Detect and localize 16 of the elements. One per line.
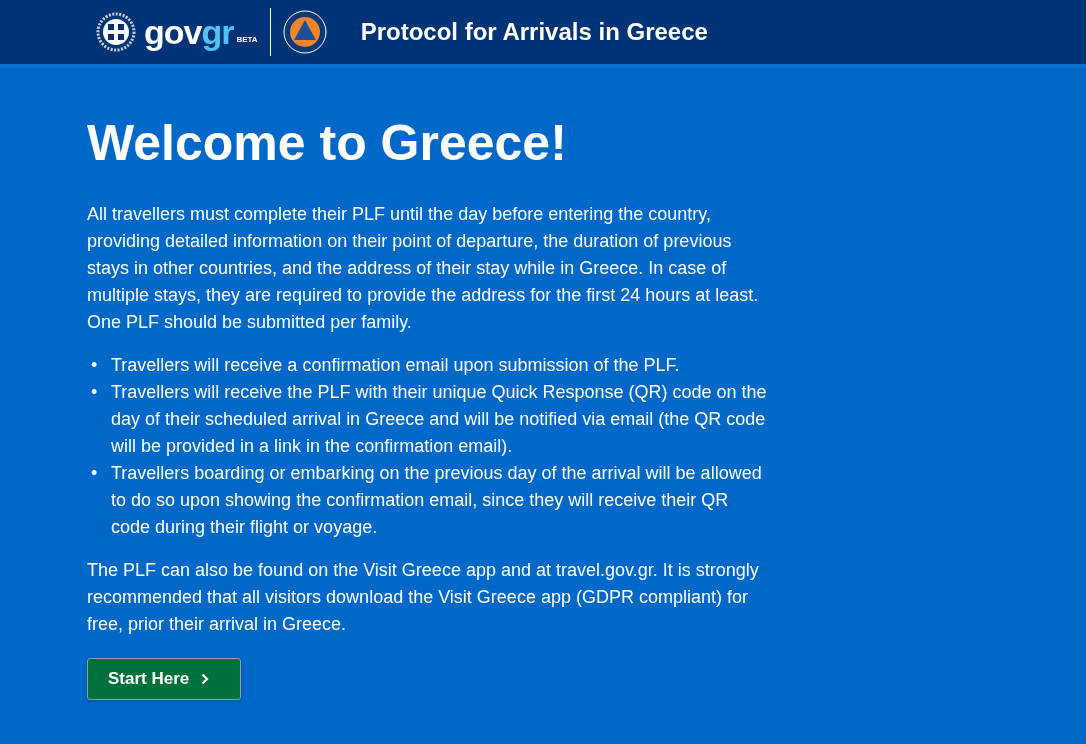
app-paragraph: The PLF can also be found on the Visit Greece app and at travel.gov.gr. It is strongly recommended that all visitors download the Visit Greece app (GDPR compliant) for free, prior their arrival in Greece. — [87, 559, 760, 636]
emblem-icon — [96, 12, 136, 52]
govgr-logo: govgr — [144, 15, 234, 49]
start-button[interactable]: Start Here — [87, 658, 241, 700]
bullet-text: Travellers will receive the PLF with their unique Quick Response (QR) code on the day of their scheduled arrival in Greece and will be notified via email (the QR code will be provided in a link in the confirmation email). — [111, 381, 768, 458]
bullet-marker: • — [90, 462, 99, 485]
intro-paragraph: All travellers must complete their PLF until the day before entering the country, providing detailed information on their point of departure, the duration of previous stays in other countries, and the address of their stay while in Greece. In case of multiple stays, they are required to provide the address for the first 24 hours at least. One PLF should be submitted per family. — [87, 203, 760, 334]
bullet-marker: • — [90, 381, 99, 404]
triangle-emblem-icon — [282, 10, 327, 54]
page-title: Protocol for Arrivals in Greece — [360, 18, 708, 46]
welcome-heading: Welcome to Greece! — [87, 116, 568, 171]
beta-label: BETA — [236, 34, 258, 44]
chevron-icon — [201, 673, 210, 685]
bullet-text: Travellers will receive a confirmation email upon submission of the PLF. — [111, 354, 680, 377]
bullet-marker: • — [90, 354, 99, 377]
bullet-text: Travellers boarding or embarking on the previous day of the arrival will be allowed to do so upon showing the confirmation email, since they will receive their QR code during their flight or voyage. — [111, 462, 763, 539]
